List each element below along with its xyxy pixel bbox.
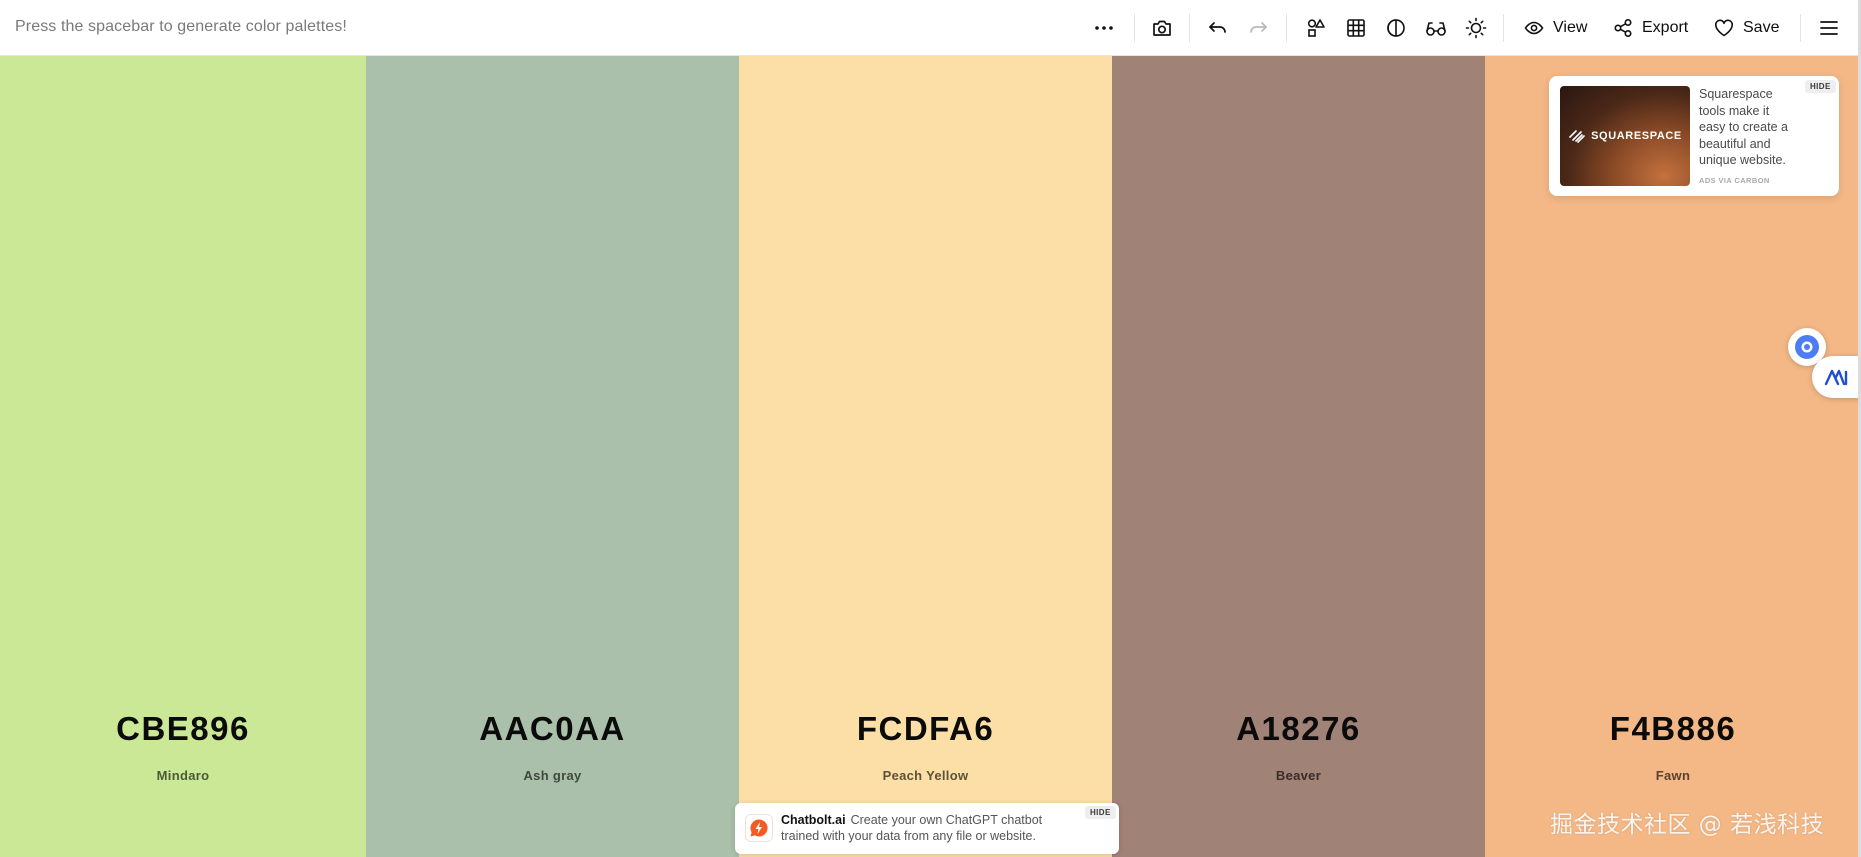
toolbar-divider xyxy=(1134,14,1135,42)
spacebar-hint: Press the spacebar to generate color pal… xyxy=(15,18,347,35)
toolbar-divider xyxy=(1800,14,1801,42)
toolbar-divider xyxy=(1286,14,1287,42)
ad-brand: SQUARESPACE xyxy=(1591,130,1682,142)
squarespace-logo-icon xyxy=(1569,130,1585,143)
color-name: Mindaro xyxy=(156,768,210,783)
watermark: 掘金技术社区 @ 若浅科技 xyxy=(1550,812,1825,838)
ai-logo-icon xyxy=(1824,369,1847,386)
menu-icon xyxy=(1820,21,1838,35)
color-name: Beaver xyxy=(1275,768,1322,783)
more-options-button[interactable] xyxy=(1092,12,1116,44)
camera-icon xyxy=(1153,20,1171,36)
squarespace-ad[interactable]: SQUARESPACE Squarespace tools make it ea… xyxy=(1549,76,1839,196)
undo-icon xyxy=(1209,22,1226,33)
export-label: Export xyxy=(1642,19,1689,36)
toolbar-divider xyxy=(1189,14,1190,42)
eye-icon xyxy=(1524,21,1544,35)
hex-code[interactable]: CBE896 xyxy=(0,710,366,748)
sun-icon xyxy=(1465,17,1487,39)
lightning-chat-icon xyxy=(750,819,768,837)
contrast-icon xyxy=(1387,19,1405,37)
redo-button[interactable] xyxy=(1246,12,1270,44)
color-name: Ash gray xyxy=(523,768,582,783)
save-button[interactable]: Save xyxy=(1714,12,1779,44)
contrast-button[interactable] xyxy=(1384,12,1408,44)
more-icon xyxy=(1095,26,1113,30)
heart-icon xyxy=(1714,19,1734,37)
redo-icon xyxy=(1250,22,1267,33)
theme-button[interactable] xyxy=(1464,12,1488,44)
ai-assistant-tab[interactable] xyxy=(1812,356,1861,398)
color-name: Peach Yellow xyxy=(882,768,969,783)
chatbolt-logo xyxy=(745,814,773,842)
view-label: View xyxy=(1553,19,1588,36)
top-toolbar: Press the spacebar to generate color pal… xyxy=(0,0,1861,56)
main-menu-button[interactable] xyxy=(1817,12,1841,44)
grid-button[interactable] xyxy=(1344,12,1368,44)
save-label: Save xyxy=(1743,19,1780,36)
share-icon xyxy=(1614,18,1632,38)
color-blindness-button[interactable] xyxy=(1424,12,1448,44)
chatbolt-brand: Chatbolt.ai xyxy=(781,813,846,827)
hex-code[interactable]: FCDFA6 xyxy=(739,710,1112,748)
grid-icon xyxy=(1347,19,1365,37)
view-button[interactable]: View xyxy=(1524,12,1587,44)
palette-column[interactable]: FCDFA6 Peach Yellow xyxy=(739,56,1112,857)
chatbolt-ad-text[interactable]: Chatbolt.ai Create your own ChatGPT chatb… xyxy=(781,812,1081,844)
shapes-icon xyxy=(1307,19,1325,37)
color-name: Fawn xyxy=(1655,768,1691,783)
toolbar-divider xyxy=(1503,14,1504,42)
ads-via-carbon[interactable]: ADS VIA CARBON xyxy=(1699,176,1770,185)
chat-bubble-icon xyxy=(1795,335,1819,359)
ad-text[interactable]: Squarespace tools make it easy to create… xyxy=(1699,86,1799,169)
hide-ad-button[interactable]: HIDE xyxy=(1805,80,1836,93)
glasses-icon xyxy=(1426,22,1446,36)
hex-code[interactable]: AAC0AA xyxy=(366,710,739,748)
palette-column[interactable]: AAC0AA Ash gray xyxy=(366,56,739,857)
export-button[interactable]: Export xyxy=(1613,12,1688,44)
palette-column[interactable]: A18276 Beaver xyxy=(1112,56,1485,857)
hex-code[interactable]: A18276 xyxy=(1112,710,1485,748)
undo-button[interactable] xyxy=(1206,12,1230,44)
camera-button[interactable] xyxy=(1150,12,1174,44)
hide-chatbolt-ad-button[interactable]: HIDE xyxy=(1085,806,1116,819)
ad-image[interactable]: SQUARESPACE xyxy=(1560,86,1690,186)
hex-code[interactable]: F4B886 xyxy=(1485,710,1861,748)
palette-column[interactable]: CBE896 Mindaro xyxy=(0,56,366,857)
shapes-button[interactable] xyxy=(1304,12,1328,44)
chatbolt-ad[interactable]: Chatbolt.ai Create your own ChatGPT chatb… xyxy=(735,803,1119,854)
